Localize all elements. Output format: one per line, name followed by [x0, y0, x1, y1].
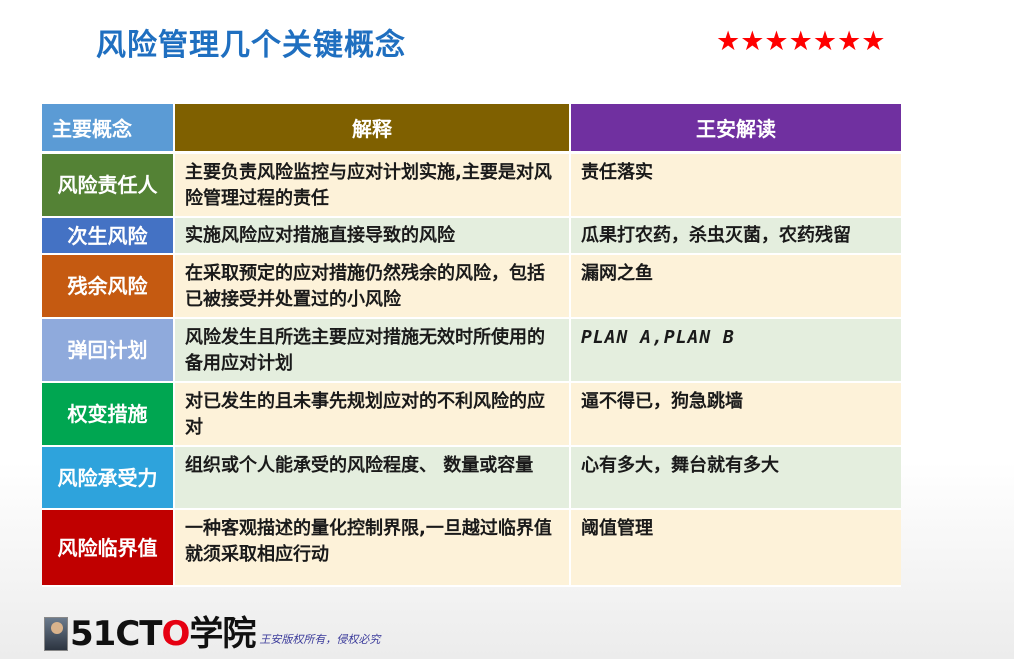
concept-cell: 权变措施: [42, 383, 175, 447]
concept-cell: 风险承受力: [42, 447, 175, 510]
concepts-table: 主要概念 解释 王安解读 风险责任人 主要负责风险监控与应对计划实施,主要是对风…: [42, 104, 901, 587]
table-row: 权变措施 对已发生的且未事先规划应对的不利风险的应对 逼不得已，狗急跳墙: [42, 383, 901, 447]
avatar: [44, 617, 68, 651]
reading-cell: 逼不得已，狗急跳墙: [571, 383, 901, 447]
concept-cell: 弹回计划: [42, 319, 175, 383]
page-title: 风险管理几个关键概念: [96, 28, 406, 63]
footer-logo: 51CTO学院 王安版权所有，侵权必究: [44, 609, 380, 651]
explanation-cell: 实施风险应对措施直接导致的风险: [175, 218, 571, 255]
explanation-cell: 主要负责风险监控与应对计划实施,主要是对风险管理过程的责任: [175, 154, 571, 218]
explanation-cell: 在采取预定的应对措施仍然残余的风险，包括已被接受并处置过的小风险: [175, 255, 571, 319]
brand-prefix: 51CT: [70, 614, 162, 654]
rating-stars: ★★★★★★★: [716, 26, 886, 57]
reading-cell: 漏网之鱼: [571, 255, 901, 319]
table-header-row: 主要概念 解释 王安解读: [42, 104, 901, 154]
brand-logo: 51CTO学院: [70, 614, 256, 654]
concept-cell: 风险临界值: [42, 510, 175, 587]
header-explanation: 解释: [175, 104, 571, 154]
reading-cell: 阈值管理: [571, 510, 901, 587]
copyright-note: 王安版权所有，侵权必究: [259, 633, 381, 646]
header-concept: 主要概念: [42, 104, 175, 154]
table-row: 弹回计划 风险发生且所选主要应对措施无效时所使用的备用应对计划 PLAN A,P…: [42, 319, 901, 383]
explanation-cell: 组织或个人能承受的风险程度、 数量或容量: [175, 447, 571, 510]
header-reading: 王安解读: [571, 104, 901, 154]
reading-cell: 责任落实: [571, 154, 901, 218]
table-row: 次生风险 实施风险应对措施直接导致的风险 瓜果打农药，杀虫灭菌，农药残留: [42, 218, 901, 255]
reading-cell: 心有多大，舞台就有多大: [571, 447, 901, 510]
brand-suffix: 学院: [189, 614, 256, 654]
table-row: 残余风险 在采取预定的应对措施仍然残余的风险，包括已被接受并处置过的小风险 漏网…: [42, 255, 901, 319]
reading-cell: PLAN A,PLAN B: [571, 319, 901, 383]
brand-o: O: [161, 614, 190, 654]
reading-cell: 瓜果打农药，杀虫灭菌，农药残留: [571, 218, 901, 255]
concept-cell: 次生风险: [42, 218, 175, 255]
concept-cell: 残余风险: [42, 255, 175, 319]
table-row: 风险责任人 主要负责风险监控与应对计划实施,主要是对风险管理过程的责任 责任落实: [42, 154, 901, 218]
concept-cell: 风险责任人: [42, 154, 175, 218]
explanation-cell: 对已发生的且未事先规划应对的不利风险的应对: [175, 383, 571, 447]
table-row: 风险临界值 一种客观描述的量化控制界限,一旦越过临界值就须采取相应行动 阈值管理: [42, 510, 901, 587]
explanation-cell: 一种客观描述的量化控制界限,一旦越过临界值就须采取相应行动: [175, 510, 571, 587]
table-row: 风险承受力 组织或个人能承受的风险程度、 数量或容量 心有多大，舞台就有多大: [42, 447, 901, 510]
explanation-cell: 风险发生且所选主要应对措施无效时所使用的备用应对计划: [175, 319, 571, 383]
